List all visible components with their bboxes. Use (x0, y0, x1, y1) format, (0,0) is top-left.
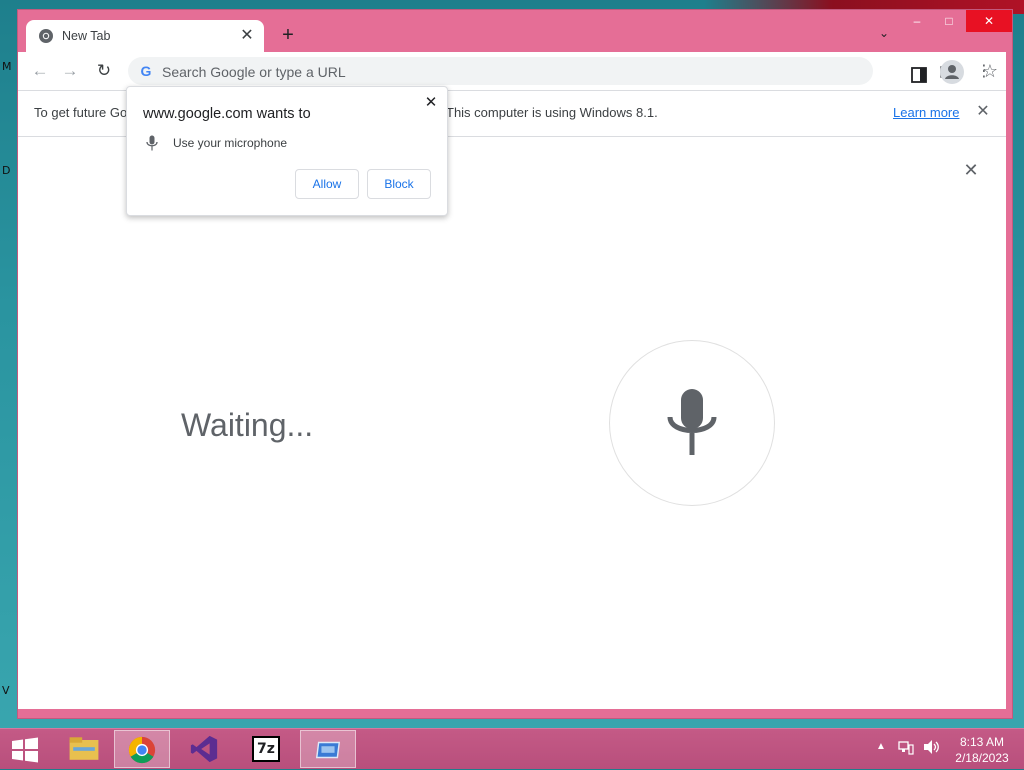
close-window-button[interactable]: ✕ (966, 10, 1012, 32)
address-bar[interactable]: G ☆ (128, 57, 998, 85)
desktop-icon-label[interactable]: M (2, 60, 12, 73)
tab-new-tab[interactable]: New Tab ✕ (26, 20, 264, 52)
clock-time: 8:13 AM (959, 735, 1005, 749)
show-hidden-icons-icon[interactable]: ▲ (876, 741, 886, 752)
omnibox-input[interactable] (160, 61, 804, 83)
browser-toolbar: ← → ↻ G ☆ ⋮ (18, 52, 1006, 90)
clock-date: 2/18/2023 (955, 751, 1009, 765)
tab-strip: New Tab ✕ + ⌄ – □ ✕ (18, 10, 1012, 52)
volume-icon[interactable] (922, 739, 940, 755)
back-arrow-icon[interactable]: ← (28, 60, 52, 82)
windows-start-icon[interactable] (10, 737, 40, 763)
remote-desktop-icon[interactable] (300, 730, 356, 768)
windows-taskbar: 7z ▲ 8:13 AM 2/18/2023 (0, 728, 1024, 769)
forward-arrow-icon[interactable]: → (58, 60, 82, 82)
side-panel-icon[interactable] (910, 66, 930, 84)
voice-search-page: ✕ Waiting... (18, 137, 1006, 709)
new-tab-button[interactable]: + (276, 24, 300, 48)
permission-request-item: Use your microphone (173, 136, 288, 150)
block-button[interactable]: Block (367, 169, 431, 199)
permission-close-icon[interactable]: ✕ (423, 95, 439, 111)
desktop-icon-label[interactable]: D (2, 164, 10, 177)
7zip-label: 7z (252, 736, 280, 762)
tab-title: New Tab (62, 29, 111, 43)
maximize-button[interactable]: □ (934, 10, 964, 32)
taskbar-clock[interactable]: 8:13 AM 2/18/2023 (952, 734, 1012, 766)
google-g-icon: G (140, 63, 152, 79)
permission-title: www.google.com wants to (143, 106, 311, 122)
7zip-icon[interactable]: 7z (238, 730, 294, 768)
file-explorer-icon[interactable] (56, 730, 112, 768)
kebab-menu-icon[interactable]: ⋮ (976, 63, 992, 81)
desktop-icon-label[interactable]: V (2, 684, 10, 697)
allow-button[interactable]: Allow (295, 169, 359, 199)
chrome-icon[interactable] (114, 730, 170, 768)
learn-more-link[interactable]: Learn more (893, 105, 959, 120)
profile-avatar-icon[interactable] (940, 60, 964, 84)
infobar-text: To get future Go (34, 105, 128, 120)
infobar-close-icon[interactable]: ✕ (974, 103, 992, 121)
microphone-permission-popup: www.google.com wants to ✕ Use your micro… (126, 86, 448, 216)
voice-search-close-icon[interactable]: ✕ (960, 159, 982, 181)
tab-search-chevron-icon[interactable]: ⌄ (874, 26, 894, 46)
reload-icon[interactable]: ↻ (92, 60, 116, 82)
voice-mic-button[interactable] (609, 340, 775, 506)
chrome-icon (39, 29, 53, 43)
visual-studio-icon[interactable] (176, 730, 232, 768)
microphone-icon (146, 135, 158, 151)
microphone-icon (667, 389, 717, 455)
network-icon[interactable] (898, 739, 914, 755)
infobar-text-continued: This computer is using Windows 8.1. (446, 105, 658, 120)
minimize-button[interactable]: – (902, 10, 932, 32)
voice-status-text: Waiting... (181, 407, 314, 443)
tab-close-icon[interactable]: ✕ (238, 27, 256, 45)
